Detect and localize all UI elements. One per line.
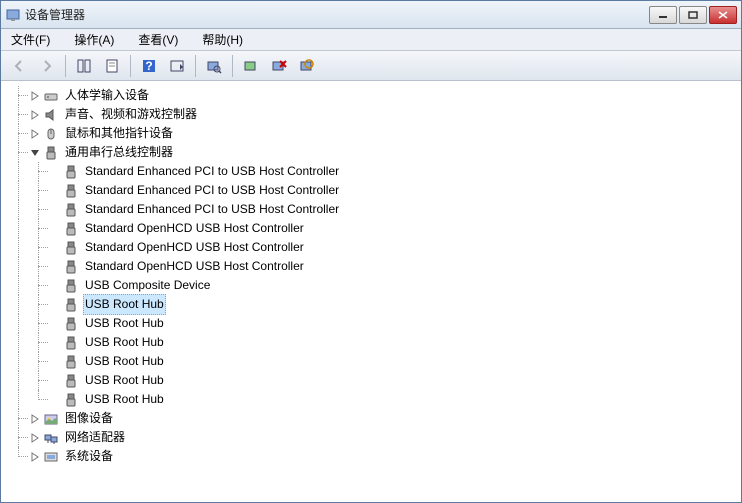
uninstall-button[interactable] bbox=[267, 54, 291, 78]
expand-icon[interactable] bbox=[29, 451, 41, 463]
tree-item-label: 系统设备 bbox=[63, 447, 115, 466]
tree-usb-item-icon bbox=[63, 164, 79, 180]
action-button[interactable] bbox=[165, 54, 189, 78]
collapse-icon[interactable] bbox=[29, 147, 41, 159]
tree-usb-item[interactable]: USB Root Hub bbox=[9, 390, 741, 409]
tree-cat-network-icon bbox=[43, 430, 59, 446]
maximize-button[interactable] bbox=[679, 6, 707, 24]
help-button[interactable]: ? bbox=[137, 54, 161, 78]
scan-hardware-button[interactable] bbox=[202, 54, 226, 78]
menu-help[interactable]: 帮助(H) bbox=[196, 29, 249, 50]
tree-usb-item[interactable]: USB Root Hub bbox=[9, 371, 741, 390]
tree-usb-item-icon bbox=[63, 297, 79, 313]
expand-icon[interactable] bbox=[29, 432, 41, 444]
expand-icon[interactable] bbox=[29, 413, 41, 425]
menu-action[interactable]: 操作(A) bbox=[68, 29, 120, 50]
tree-usb-item[interactable]: Standard OpenHCD USB Host Controller bbox=[9, 257, 741, 276]
tree-usb-item-icon bbox=[63, 316, 79, 332]
tree-usb-item-icon bbox=[63, 259, 79, 275]
app-icon bbox=[5, 7, 21, 23]
tree-cat-system[interactable]: 系统设备 bbox=[9, 447, 741, 466]
tree-item-label: 声音、视频和游戏控制器 bbox=[63, 105, 199, 124]
toolbar: ? bbox=[1, 51, 741, 81]
tree-cat-mouse-icon bbox=[43, 126, 59, 142]
tree-usb-item[interactable]: USB Composite Device bbox=[9, 276, 741, 295]
tree-item-label: USB Root Hub bbox=[83, 371, 166, 390]
device-manager-window: 设备管理器 文件(F) 操作(A) 查看(V) 帮助(H) ? 人体学输入设备声… bbox=[0, 0, 742, 503]
titlebar: 设备管理器 bbox=[1, 1, 741, 29]
tree-item-label: USB Root Hub bbox=[83, 390, 166, 409]
tree-cat-imaging-icon bbox=[43, 411, 59, 427]
tree-cat-usb-icon bbox=[43, 145, 59, 161]
tree-usb-item-icon bbox=[63, 335, 79, 351]
tree-item-label: USB Root Hub bbox=[83, 294, 166, 315]
svg-text:?: ? bbox=[145, 59, 152, 73]
tree-usb-item-icon bbox=[63, 278, 79, 294]
disable-button[interactable] bbox=[295, 54, 319, 78]
nav-forward-button bbox=[35, 54, 59, 78]
tree-cat-hid-icon bbox=[43, 88, 59, 104]
window-title: 设备管理器 bbox=[25, 6, 649, 23]
tree-item-label: USB Composite Device bbox=[83, 276, 212, 295]
menubar: 文件(F) 操作(A) 查看(V) 帮助(H) bbox=[1, 29, 741, 51]
tree-usb-item-icon bbox=[63, 373, 79, 389]
tree-item-label: USB Root Hub bbox=[83, 314, 166, 333]
tree-cat-network[interactable]: 网络适配器 bbox=[9, 428, 741, 447]
tree-item-label: USB Root Hub bbox=[83, 333, 166, 352]
tree-item-label: 人体学输入设备 bbox=[63, 86, 151, 105]
tree-item-label: USB Root Hub bbox=[83, 352, 166, 371]
tree-usb-item[interactable]: USB Root Hub bbox=[9, 295, 741, 314]
tree-usb-item[interactable]: USB Root Hub bbox=[9, 314, 741, 333]
tree-item-label: Standard Enhanced PCI to USB Host Contro… bbox=[83, 181, 341, 200]
tree-item-label: Standard OpenHCD USB Host Controller bbox=[83, 257, 306, 276]
nav-back-button bbox=[7, 54, 31, 78]
tree-usb-item-icon bbox=[63, 183, 79, 199]
tree-cat-mouse[interactable]: 鼠标和其他指针设备 bbox=[9, 124, 741, 143]
tree-usb-item-icon bbox=[63, 202, 79, 218]
tree-usb-item[interactable]: Standard Enhanced PCI to USB Host Contro… bbox=[9, 200, 741, 219]
tree-usb-item-icon bbox=[63, 221, 79, 237]
tree-item-label: 图像设备 bbox=[63, 409, 115, 428]
menu-view[interactable]: 查看(V) bbox=[132, 29, 184, 50]
tree-usb-item[interactable]: USB Root Hub bbox=[9, 333, 741, 352]
tree-item-label: Standard OpenHCD USB Host Controller bbox=[83, 238, 306, 257]
tree-usb-item[interactable]: Standard Enhanced PCI to USB Host Contro… bbox=[9, 162, 741, 181]
close-button[interactable] bbox=[709, 6, 737, 24]
tree-item-label: 通用串行总线控制器 bbox=[63, 143, 175, 162]
tree-usb-item-icon bbox=[63, 240, 79, 256]
tree-item-label: Standard Enhanced PCI to USB Host Contro… bbox=[83, 162, 341, 181]
menu-file[interactable]: 文件(F) bbox=[5, 29, 56, 50]
tree-item-label: Standard Enhanced PCI to USB Host Contro… bbox=[83, 200, 341, 219]
tree-usb-item-icon bbox=[63, 392, 79, 408]
tree-cat-sound-icon bbox=[43, 107, 59, 123]
tree-cat-system-icon bbox=[43, 449, 59, 465]
tree-cat-sound[interactable]: 声音、视频和游戏控制器 bbox=[9, 105, 741, 124]
properties-button[interactable] bbox=[100, 54, 124, 78]
tree-cat-imaging[interactable]: 图像设备 bbox=[9, 409, 741, 428]
tree-cat-hid[interactable]: 人体学输入设备 bbox=[9, 86, 741, 105]
show-hide-tree-button[interactable] bbox=[72, 54, 96, 78]
device-tree[interactable]: 人体学输入设备声音、视频和游戏控制器鼠标和其他指针设备通用串行总线控制器Stan… bbox=[1, 82, 741, 502]
minimize-button[interactable] bbox=[649, 6, 677, 24]
tree-usb-item[interactable]: USB Root Hub bbox=[9, 352, 741, 371]
tree-usb-item[interactable]: Standard OpenHCD USB Host Controller bbox=[9, 238, 741, 257]
tree-item-label: Standard OpenHCD USB Host Controller bbox=[83, 219, 306, 238]
update-driver-button[interactable] bbox=[239, 54, 263, 78]
content-area: 人体学输入设备声音、视频和游戏控制器鼠标和其他指针设备通用串行总线控制器Stan… bbox=[1, 81, 741, 502]
tree-usb-item-icon bbox=[63, 354, 79, 370]
tree-cat-usb[interactable]: 通用串行总线控制器 bbox=[9, 143, 741, 162]
tree-usb-item[interactable]: Standard OpenHCD USB Host Controller bbox=[9, 219, 741, 238]
expand-icon[interactable] bbox=[29, 109, 41, 121]
expand-icon[interactable] bbox=[29, 90, 41, 102]
tree-usb-item[interactable]: Standard Enhanced PCI to USB Host Contro… bbox=[9, 181, 741, 200]
tree-item-label: 鼠标和其他指针设备 bbox=[63, 124, 175, 143]
expand-icon[interactable] bbox=[29, 128, 41, 140]
tree-item-label: 网络适配器 bbox=[63, 428, 127, 447]
